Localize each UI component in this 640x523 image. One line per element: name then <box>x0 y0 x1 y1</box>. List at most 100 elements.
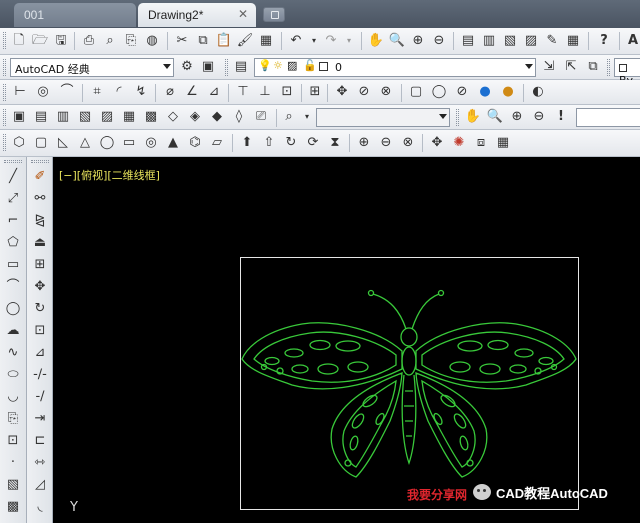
cut-icon[interactable]: ✂ <box>173 32 191 50</box>
named-views-icon[interactable]: ▣ <box>10 108 28 126</box>
aligned-dimension-icon[interactable]: ◎ <box>34 83 52 101</box>
revolve-icon[interactable]: ⟳ <box>304 134 322 152</box>
3d-publish-icon[interactable]: ◍ <box>143 32 161 50</box>
sw-iso-icon[interactable]: ◇ <box>164 108 182 126</box>
toolbar-grip[interactable] <box>225 59 228 76</box>
drawing-canvas[interactable]: [−][俯视][二维线框] Y 我要分享网 CAD教程AutoCAD <box>53 157 640 523</box>
arc-icon[interactable]: ⌒ <box>4 278 22 296</box>
helix-icon[interactable]: ⌬ <box>186 134 204 152</box>
print-icon[interactable]: ⎙ <box>80 32 98 50</box>
text-style-icon[interactable]: A <box>624 32 640 50</box>
polyline-icon[interactable]: ⌐ <box>4 212 22 230</box>
pyramid-icon[interactable]: ▲ <box>164 134 182 152</box>
top-view-icon[interactable]: ▤ <box>32 108 50 126</box>
zoom-previous-icon[interactable]: ⊖ <box>430 32 448 50</box>
color-control-select[interactable]: By <box>614 58 640 87</box>
camera-icon[interactable]: ⎚ <box>252 108 270 126</box>
polysolid-icon[interactable]: ⬡ <box>10 134 28 152</box>
baseline-icon[interactable]: ⊤ <box>234 83 252 101</box>
union-icon[interactable]: ⊕ <box>355 134 373 152</box>
make-current-layer-icon[interactable]: ⇲ <box>540 58 558 76</box>
publish-icon[interactable]: ⎘ <box>122 32 140 50</box>
bottom-view-icon[interactable]: ▥ <box>54 108 72 126</box>
free-orbit-icon[interactable]: ⊘ <box>355 83 373 101</box>
trim-icon[interactable]: -∕- <box>31 366 49 384</box>
zoom-window-icon[interactable]: ⊕ <box>409 32 427 50</box>
toolbar-grip[interactable] <box>3 84 6 101</box>
left-view-icon[interactable]: ▧ <box>76 108 94 126</box>
box-icon[interactable]: ▢ <box>32 134 50 152</box>
toolbar-grip[interactable] <box>3 32 6 49</box>
design-center-icon[interactable]: ▥ <box>480 32 498 50</box>
sweep-icon[interactable]: ↻ <box>282 134 300 152</box>
layer-select[interactable]: 💡 ☼ ▨ 🔓 0 <box>254 58 536 77</box>
right-view-icon[interactable]: ▨ <box>98 108 116 126</box>
extend-icon[interactable]: -∕ <box>31 388 49 406</box>
rectangle-icon[interactable]: ▭ <box>4 256 22 274</box>
undo-dropdown-icon[interactable]: ▾ <box>305 32 323 50</box>
zoom-window-icon[interactable]: ⊕ <box>508 108 526 126</box>
copy-object-icon[interactable]: ⚯ <box>31 190 49 208</box>
workspace-lock-icon[interactable]: ▣ <box>199 58 217 76</box>
break-at-point-icon[interactable]: ⇥ <box>31 410 49 428</box>
line-icon[interactable]: ╱ <box>4 168 22 186</box>
view-select[interactable] <box>316 108 450 127</box>
toolbar-grip[interactable] <box>3 59 6 76</box>
open-folder-icon[interactable]: 🗁 <box>31 32 49 50</box>
visual-style-2d-icon[interactable]: ◯ <box>430 83 448 101</box>
angular-icon[interactable]: ∠ <box>183 83 201 101</box>
markup-icon[interactable]: ✎ <box>543 32 561 50</box>
pan-icon[interactable]: ✋ <box>367 32 385 50</box>
move-icon[interactable]: ✥ <box>31 278 49 296</box>
ne-iso-icon[interactable]: ◆ <box>208 108 226 126</box>
palette-grip[interactable] <box>4 160 22 163</box>
sphere-icon[interactable]: ◯ <box>98 134 116 152</box>
new-file-icon[interactable]: 🗋 <box>10 32 28 50</box>
layer-states-icon[interactable]: ⧉ <box>584 58 602 76</box>
tab-drawing2[interactable]: Drawing2* ✕ <box>138 3 256 27</box>
radius-icon[interactable]: ◜ <box>110 83 128 101</box>
layer-properties-icon[interactable]: ▤ <box>232 58 250 76</box>
properties-icon[interactable]: ▤ <box>459 32 477 50</box>
point-icon[interactable]: · <box>4 454 22 472</box>
copy-icon[interactable]: ⧉ <box>194 32 212 50</box>
make-block-icon[interactable]: ⊡ <box>4 432 22 450</box>
3d-array-icon[interactable]: ▦ <box>494 134 512 152</box>
paste-icon[interactable]: 📋 <box>215 32 233 50</box>
workspace-settings-icon[interactable]: ⚙ <box>178 58 196 76</box>
help-icon[interactable]: ! <box>552 108 570 126</box>
render-settings-icon[interactable]: ◐ <box>529 83 547 101</box>
ordinate-icon[interactable]: ⌗ <box>88 83 106 101</box>
quickcalc-icon[interactable]: ▦ <box>564 32 582 50</box>
search-input[interactable] <box>576 108 640 127</box>
redo-icon[interactable]: ↷ <box>322 32 340 50</box>
stretch-icon[interactable]: ⊿ <box>31 344 49 362</box>
print-preview-icon[interactable]: ⌕ <box>101 32 119 50</box>
erase-icon[interactable]: ✐ <box>31 168 49 186</box>
3d-align-icon[interactable]: ⧈ <box>472 134 490 152</box>
close-icon[interactable]: ✕ <box>238 7 248 21</box>
quick-dimension-icon[interactable]: ⊿ <box>205 83 223 101</box>
arc-length-icon[interactable]: ⌒ <box>58 83 76 101</box>
planar-surface-icon[interactable]: ▱ <box>208 134 226 152</box>
zoom-dropdown-icon[interactable]: ▾ <box>298 108 316 126</box>
layer-previous-icon[interactable]: ⇱ <box>562 58 580 76</box>
continue-icon[interactable]: ⊥ <box>256 83 274 101</box>
realistic-style-icon[interactable]: ● <box>476 83 494 101</box>
ellipse-icon[interactable]: ⬭ <box>4 366 22 384</box>
toolbar-grip[interactable] <box>3 134 6 151</box>
gradient-icon[interactable]: ▩ <box>4 498 22 516</box>
chamfer-icon[interactable]: ◿ <box>31 476 49 494</box>
nw-iso-icon[interactable]: ◊ <box>230 108 248 126</box>
break-icon[interactable]: ⊏ <box>31 432 49 450</box>
back-view-icon[interactable]: ▩ <box>142 108 160 126</box>
torus-icon[interactable]: ◎ <box>142 134 160 152</box>
block-editor-icon[interactable]: ▦ <box>257 32 275 50</box>
array-icon[interactable]: ⊞ <box>31 256 49 274</box>
revision-cloud-icon[interactable]: ☁ <box>4 322 22 340</box>
zoom-window-icon[interactable]: ⌕ <box>280 108 298 126</box>
undo-icon[interactable]: ↶ <box>287 32 305 50</box>
rotate-icon[interactable]: ↻ <box>31 300 49 318</box>
3d-rotate-icon[interactable]: ✺ <box>450 134 468 152</box>
diameter-icon[interactable]: ⌀ <box>161 83 179 101</box>
